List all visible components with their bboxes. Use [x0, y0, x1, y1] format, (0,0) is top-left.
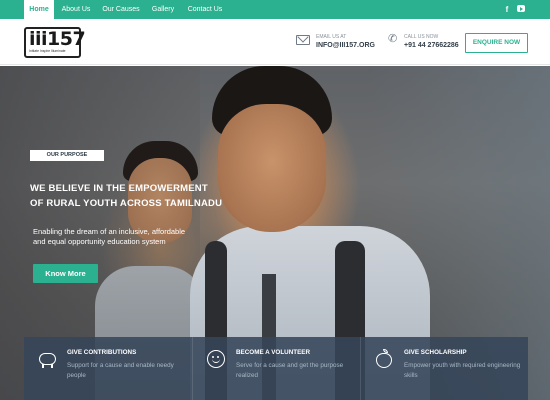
envelope-icon — [296, 35, 310, 45]
apple-body — [376, 353, 392, 368]
feature-title: BECOME A VOLUNTEER — [236, 349, 311, 356]
feature-description: Serve for a cause and get the purpose re… — [236, 362, 344, 379]
youtube-icon[interactable] — [517, 5, 525, 12]
phone-icon: ✆ — [388, 33, 398, 45]
email-label: EMAIL US AT — [316, 34, 347, 40]
hero-subline-line2: and equal opportunity education system — [33, 237, 166, 246]
nav-item-gallery[interactable]: Gallery — [146, 0, 180, 19]
hero-headline-line1: WE BELIEVE IN THE EMPOWERMENT — [30, 183, 208, 194]
nav-item-about-us[interactable]: About Us — [56, 0, 96, 19]
piggy-bank-icon — [37, 349, 57, 369]
feature-description: Empower youth with required engineering … — [404, 362, 521, 379]
feature-become-volunteer[interactable]: BECOME A VOLUNTEER Serve for a cause and… — [192, 337, 360, 400]
apple-icon — [374, 349, 394, 369]
top-navigation-bar: Home About Us Our Causes Gallery Contact… — [0, 0, 550, 19]
feature-give-contributions[interactable]: GIVE CONTRIBUTIONS Support for a cause a… — [24, 337, 192, 400]
hero-headline-line2: OF RURAL YOUTH ACROSS TAMILNADU — [30, 198, 223, 209]
enquire-now-button[interactable]: ENQUIRE NOW — [465, 33, 528, 53]
piggy-bank-leg — [51, 364, 53, 368]
feature-description: Support for a cause and enable needy peo… — [67, 362, 174, 379]
piggy-bank-leg — [42, 364, 44, 368]
nav-item-home[interactable]: Home — [24, 0, 54, 19]
logo-wordmark: iii157 — [29, 28, 86, 50]
know-more-button[interactable]: Know More — [33, 264, 98, 283]
our-purpose-tag: OUR PURPOSE — [30, 150, 104, 161]
hero-photo-boy-front-face — [218, 104, 326, 232]
features-bar: GIVE CONTRIBUTIONS Support for a cause a… — [24, 337, 528, 400]
feature-title: GIVE CONTRIBUTIONS — [67, 349, 137, 356]
phone-label: CALL US NOW — [404, 34, 439, 40]
logo-tagline: Initiate Inspire Illuminate — [29, 49, 66, 53]
nav-item-contact-us[interactable]: Contact Us — [182, 0, 228, 19]
site-logo[interactable]: iii157 Initiate Inspire Illuminate — [24, 27, 86, 58]
facebook-icon[interactable]: f — [502, 0, 512, 19]
smile-face-outline — [207, 350, 225, 368]
hero-subline-line1: Enabling the dream of an inclusive, affo… — [33, 227, 186, 236]
feature-title: GIVE SCHOLARSHIP — [404, 349, 467, 356]
nav-item-our-causes[interactable]: Our Causes — [98, 0, 144, 19]
feature-give-scholarship[interactable]: GIVE SCHOLARSHIP Empower youth with requ… — [360, 337, 528, 400]
phone-value[interactable]: +91 44 27662286 — [404, 42, 459, 49]
smile-icon — [206, 349, 226, 369]
email-value[interactable]: INFO@III157.ORG — [316, 42, 375, 49]
